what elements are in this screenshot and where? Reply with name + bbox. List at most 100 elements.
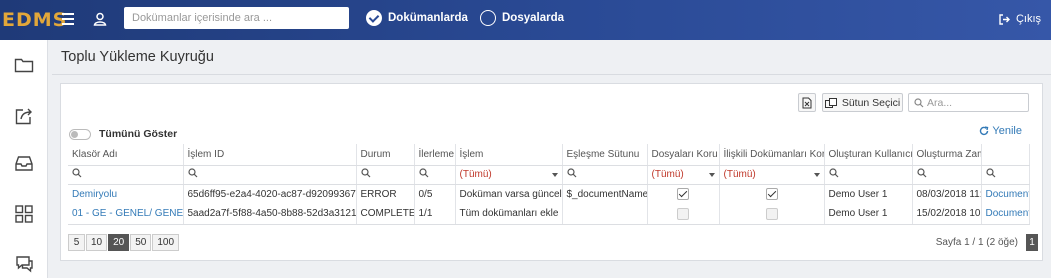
keep-related-cell <box>719 204 825 225</box>
keep-related-cell <box>719 184 825 204</box>
keep-files-cell <box>647 204 720 225</box>
unchecked-checkbox-icon <box>765 207 778 220</box>
status-cell: COMPLETED <box>356 204 415 225</box>
column-header-keep-related[interactable]: İlişkili Dokümanları Koru <box>719 144 825 166</box>
filter-keep-files[interactable]: (Tümü) <box>647 165 720 185</box>
scope-folders-label: Dosyalarda <box>502 12 565 24</box>
columns-icon <box>824 97 837 108</box>
export-excel-button[interactable] <box>798 93 816 112</box>
scope-documents-label: Dokümanlarda <box>388 12 468 24</box>
logout-icon <box>999 13 1010 25</box>
column-header-progress[interactable]: İlerleme <box>414 144 456 166</box>
match-column-cell: $_documentName <box>562 184 648 204</box>
column-header-created[interactable]: Oluşturma Zamanı <box>912 144 982 166</box>
search-icon <box>418 168 428 178</box>
menu-icon[interactable] <box>62 13 74 25</box>
filter-folder[interactable] <box>68 165 184 185</box>
excel-file-icon <box>802 97 812 108</box>
created-cell: 15/02/2018 10:5 <box>912 204 982 225</box>
caret-down-icon <box>551 172 558 177</box>
page-size-selector: 5 10 20 50 100 <box>68 234 180 251</box>
folder-link[interactable]: Demiryolu <box>68 184 184 204</box>
scope-documents-radio[interactable]: Dokümanlarda <box>366 10 468 26</box>
share-icon[interactable] <box>14 106 34 126</box>
page-size-10[interactable]: 10 <box>86 234 108 251</box>
page-size-5[interactable]: 5 <box>68 234 85 251</box>
column-chooser-button[interactable]: Sütun Seçici <box>822 93 903 112</box>
logout-label: Çıkış <box>1015 13 1041 25</box>
filter-action[interactable]: (Tümü) <box>455 165 563 185</box>
column-header-id[interactable]: İşlem ID <box>183 144 357 166</box>
column-header-link <box>981 144 1030 166</box>
match-column-cell <box>562 204 648 225</box>
filter-user[interactable] <box>824 165 913 185</box>
page-info: Sayfa 1 / 1 (2 öğe) <box>935 237 1018 248</box>
checked-checkbox-icon <box>765 188 778 201</box>
progress-cell: 0/5 <box>414 184 456 204</box>
filter-created[interactable] <box>912 165 982 185</box>
user-icon[interactable] <box>92 11 108 27</box>
search-icon <box>360 168 370 178</box>
filter-row: (Tümü) (Tümü) (Tümü) <box>68 165 1030 185</box>
column-chooser-label: Sütun Seçici <box>841 96 901 109</box>
chat-icon[interactable] <box>14 253 34 273</box>
column-header-status[interactable]: Durum <box>356 144 415 166</box>
page-size-20[interactable]: 20 <box>108 234 130 251</box>
page-size-50[interactable]: 50 <box>130 234 152 251</box>
unchecked-radio-icon <box>480 10 496 26</box>
keep-files-cell <box>647 184 720 204</box>
documents-link[interactable]: Documents <box>981 184 1030 204</box>
left-sidebar <box>0 40 48 278</box>
scope-folders-radio[interactable]: Dosyalarda <box>480 10 564 26</box>
search-icon <box>566 168 576 178</box>
column-header-match[interactable]: Eşleşme Sütunu <box>562 144 648 166</box>
global-search-input[interactable] <box>124 7 349 29</box>
filter-progress[interactable] <box>414 165 456 185</box>
filter-match[interactable] <box>562 165 648 185</box>
filter-status[interactable] <box>356 165 415 185</box>
grid-search-input[interactable]: Ara... <box>908 93 1029 112</box>
grid-icon[interactable] <box>14 204 34 224</box>
user-cell: Demo User 1 <box>824 184 913 204</box>
created-cell: 08/03/2018 11:1 <box>912 184 982 204</box>
user-cell: Demo User 1 <box>824 204 913 225</box>
page-title: Toplu Yükleme Kuyruğu <box>61 49 214 65</box>
action-cell: Doküman varsa güncelle <box>455 184 563 204</box>
folder-icon[interactable] <box>14 55 34 75</box>
edms-logo[interactable]: EDMS <box>2 9 67 31</box>
filter-all-label: (Tümü) <box>651 169 684 180</box>
folder-link[interactable]: 01 - GE - GENEL/ GENERAL <box>68 204 184 225</box>
page-size-100[interactable]: 100 <box>152 234 180 251</box>
search-icon <box>914 97 924 107</box>
show-all-toggle[interactable]: Tümünü Göster <box>69 128 177 140</box>
filter-link[interactable] <box>981 165 1030 185</box>
grid-search-placeholder: Ara... <box>927 96 953 109</box>
refresh-icon <box>980 126 989 136</box>
filter-all-label: (Tümü) <box>459 169 492 180</box>
filter-keep-related[interactable]: (Tümü) <box>719 165 825 185</box>
filter-all-label: (Tümü) <box>723 169 756 180</box>
queue-panel: Sütun Seçici Ara... Tümünü Göster Yenile… <box>60 83 1043 261</box>
table-header-row: Klasör Adı İşlem ID Durum İlerleme İşlem… <box>68 144 1030 166</box>
table-row[interactable]: 01 - GE - GENEL/ GENERAL 5aad2a7f-5f88-4… <box>68 204 1030 225</box>
column-header-folder[interactable]: Klasör Adı <box>68 144 184 166</box>
search-icon <box>828 168 838 178</box>
column-header-keep-files[interactable]: Dosyaları Koru <box>647 144 720 166</box>
table-row[interactable]: Demiryolu 65d6ff95-e2a4-4020-ac87-d92099… <box>68 184 1030 204</box>
refresh-button[interactable]: Yenile <box>979 125 1022 137</box>
inbox-icon[interactable] <box>14 153 34 173</box>
toggle-switch-icon[interactable] <box>69 128 91 140</box>
process-id-cell: 65d6ff95-e2a4-4020-ac87-d9209936727c <box>183 184 357 204</box>
column-header-user[interactable]: Oluşturan Kullanıcı <box>824 144 913 166</box>
documents-link[interactable]: Documents <box>981 204 1030 225</box>
search-icon <box>187 168 197 178</box>
title-divider <box>52 74 1051 75</box>
checked-radio-icon <box>366 10 382 26</box>
search-icon <box>916 168 926 178</box>
refresh-label: Yenile <box>992 125 1022 137</box>
column-header-action[interactable]: İşlem <box>455 144 563 166</box>
logout-button[interactable]: Çıkış <box>999 13 1041 25</box>
status-cell: ERROR <box>356 184 415 204</box>
page-1-button[interactable]: 1 <box>1026 234 1038 251</box>
filter-id[interactable] <box>183 165 357 185</box>
